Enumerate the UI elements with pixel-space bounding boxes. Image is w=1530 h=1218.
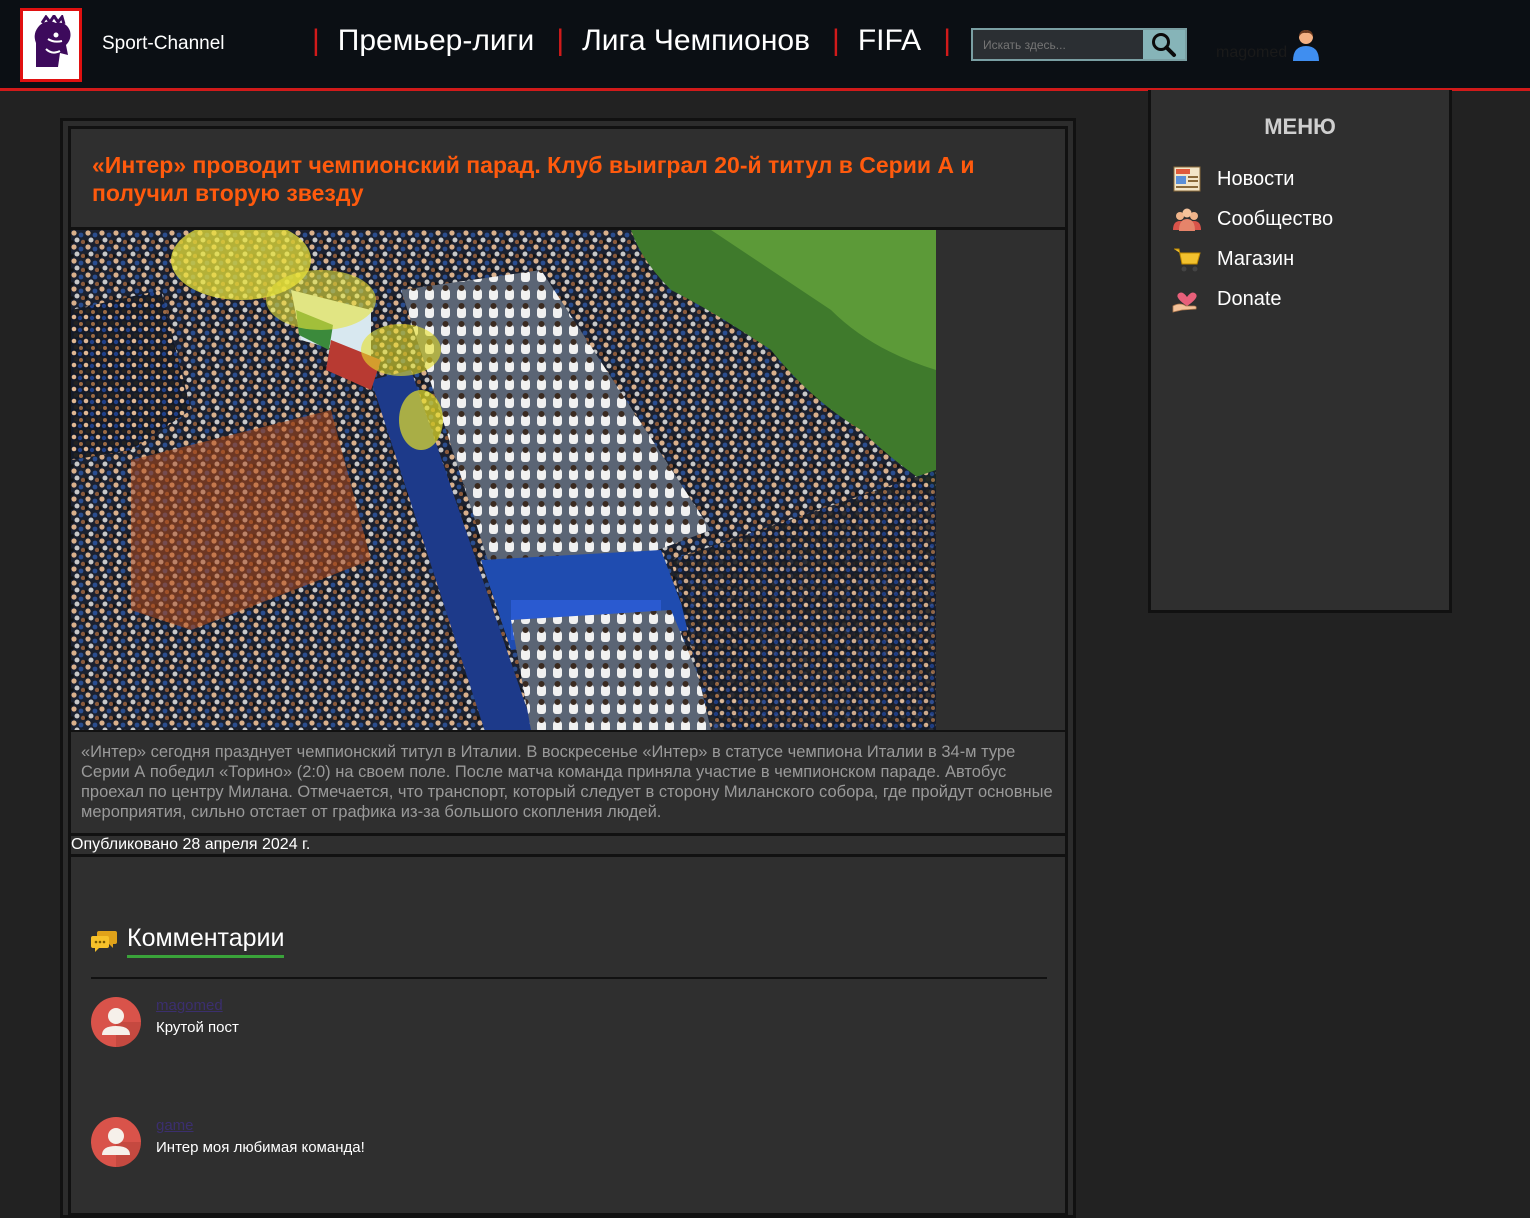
lion-logo-icon <box>34 15 71 67</box>
nav-separator: | <box>556 24 565 57</box>
sidebar-item-donate[interactable]: Donate <box>1171 283 1282 315</box>
avatar-icon <box>91 1117 141 1167</box>
user-icon[interactable] <box>1291 28 1321 62</box>
sidebar-item-shop[interactable]: Магазин <box>1171 243 1294 275</box>
sidebar-menu: МЕНЮ Новости Сообщество Магазин Donate <box>1148 90 1452 613</box>
donate-heart-icon <box>1171 283 1203 315</box>
premier-league-logo[interactable] <box>20 8 82 82</box>
divider <box>71 854 1065 857</box>
avatar-icon <box>91 997 141 1047</box>
search-icon <box>1152 32 1176 57</box>
newspaper-icon <box>1171 163 1203 195</box>
cart-icon <box>1171 243 1203 275</box>
comments-title: Комментарии <box>127 924 285 958</box>
user-account[interactable]: magomed <box>1216 26 1321 62</box>
divider <box>91 977 1047 979</box>
menu-title: МЕНЮ <box>1264 114 1336 139</box>
search-box <box>971 28 1187 61</box>
sidebar-item-news[interactable]: Новости <box>1171 163 1294 195</box>
nav-champions-league[interactable]: Лига Чемпионов <box>582 24 810 58</box>
comment-author[interactable]: game <box>156 1117 194 1134</box>
nav-premier-league[interactable]: Премьер-лиги <box>338 24 535 58</box>
parade-photo-illustration <box>71 230 936 730</box>
comment-author[interactable]: magomed <box>156 997 223 1014</box>
comment-text: Крутой пост <box>156 1019 239 1036</box>
sidebar-item-label: Новости <box>1217 167 1295 190</box>
search-button[interactable] <box>1143 30 1185 59</box>
main-nav: | Премьер-лиги | Лига Чемпионов | FIFA | <box>312 24 969 58</box>
sidebar-item-label: Donate <box>1217 287 1282 310</box>
username[interactable]: magomed <box>1216 44 1287 62</box>
article-body: «Интер» сегодня празднует чемпионский ти… <box>81 743 1053 821</box>
article-title-box: «Интер» проводит чемпионский парад. Клуб… <box>71 129 1065 230</box>
article-title: «Интер» проводит чемпионский парад. Клуб… <box>92 152 975 206</box>
sidebar-item-label: Сообщество <box>1217 207 1334 230</box>
search-input[interactable] <box>973 30 1145 59</box>
nav-fifa[interactable]: FIFA <box>858 24 921 58</box>
site-header: Sport-Channel | Премьер-лиги | Лига Чемп… <box>0 0 1530 91</box>
comments-header: Комментарии <box>91 924 285 958</box>
comment-text: Интер моя любимая команда! <box>156 1139 365 1156</box>
published-date: Опубликовано 28 апреля 2024 г. <box>71 836 311 853</box>
site-brand[interactable]: Sport-Channel <box>102 33 225 55</box>
nav-separator: | <box>943 24 951 57</box>
sidebar-item-community[interactable]: Сообщество <box>1171 203 1333 235</box>
article-panel: «Интер» проводит чемпионский парад. Клуб… <box>68 126 1068 1216</box>
nav-separator: | <box>832 24 840 57</box>
divider <box>71 730 1065 732</box>
community-icon <box>1171 203 1203 235</box>
sidebar-item-label: Магазин <box>1217 247 1295 270</box>
article-photo <box>71 230 936 730</box>
nav-separator: | <box>312 24 320 57</box>
comments-icon <box>91 931 117 952</box>
